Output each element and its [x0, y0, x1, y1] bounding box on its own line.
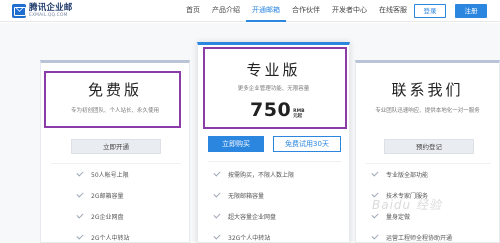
- list-item: 32G个人中转站: [213, 232, 270, 242]
- check-icon: [76, 190, 84, 198]
- logo[interactable]: 腾讯企业邮 EXMAIL.QQ.COM: [12, 3, 73, 19]
- book-appointment-button[interactable]: 预约登记: [384, 139, 474, 154]
- contact-plan-desc: 专业团队迅速响应、提供本地化一对一服务: [375, 108, 480, 114]
- divider: [208, 161, 341, 162]
- watermark: Baidu 经验: [372, 198, 442, 212]
- annotation-highlight-free: [44, 71, 181, 128]
- buy-now-button[interactable]: 立即购买: [208, 136, 264, 152]
- free-trial-button[interactable]: 免费试用30天: [273, 136, 341, 152]
- list-item: 2G邮箱容量: [76, 190, 123, 200]
- contact-plan-title: 联系我们: [391, 81, 464, 99]
- nav-developer[interactable]: 开发者中心: [326, 0, 373, 22]
- list-item: 超大容量企业网盘: [213, 211, 276, 221]
- nav-home[interactable]: 首页: [180, 0, 206, 22]
- nav-open-mailbox[interactable]: 开通邮箱: [246, 0, 286, 22]
- nav-support[interactable]: 在线客服: [373, 0, 413, 22]
- list-item: 按需购买，不限人数上限: [213, 169, 294, 179]
- check-icon: [213, 232, 221, 240]
- nav-partners[interactable]: 合作伙伴: [286, 0, 326, 22]
- login-button[interactable]: 登录: [414, 4, 446, 18]
- check-icon: [76, 232, 84, 240]
- check-icon: [213, 211, 221, 219]
- logo-name: 腾讯企业邮: [29, 3, 73, 13]
- main-nav: 首页 产品介绍 开通邮箱 合作伙伴 开发者中心 在线客服: [180, 0, 413, 22]
- annotation-highlight-pro: [203, 47, 347, 129]
- list-item: 2G企业网盘: [76, 211, 123, 221]
- list-item: 运营工程师全程协助开通: [371, 232, 452, 242]
- mail-logo-icon: [12, 4, 26, 18]
- check-icon: [371, 169, 379, 177]
- list-item: 50人帐号上限: [76, 169, 129, 179]
- list-item: 2G个人中转站: [76, 232, 129, 242]
- top-header: 腾讯企业邮 EXMAIL.QQ.COM 首页 产品介绍 开通邮箱 合作伙伴 开发…: [0, 0, 500, 22]
- check-icon: [213, 190, 221, 198]
- logo-domain: EXMAIL.QQ.COM: [29, 12, 68, 18]
- check-icon: [76, 211, 84, 219]
- list-item: 无限邮箱容量: [213, 190, 264, 200]
- register-button[interactable]: 注册: [455, 4, 487, 18]
- contact-plan-card: 联系我们 专业团队迅速响应、提供本地化一对一服务 预约登记 专业版全部功能 技术…: [355, 60, 500, 243]
- nav-product[interactable]: 产品介绍: [206, 0, 246, 22]
- check-icon: [371, 232, 379, 240]
- free-open-button[interactable]: 立即开通: [71, 139, 161, 154]
- check-icon: [76, 169, 84, 177]
- divider: [366, 163, 491, 164]
- check-icon: [213, 169, 221, 177]
- list-item: 专业版全部功能: [371, 169, 428, 179]
- divider: [51, 163, 181, 164]
